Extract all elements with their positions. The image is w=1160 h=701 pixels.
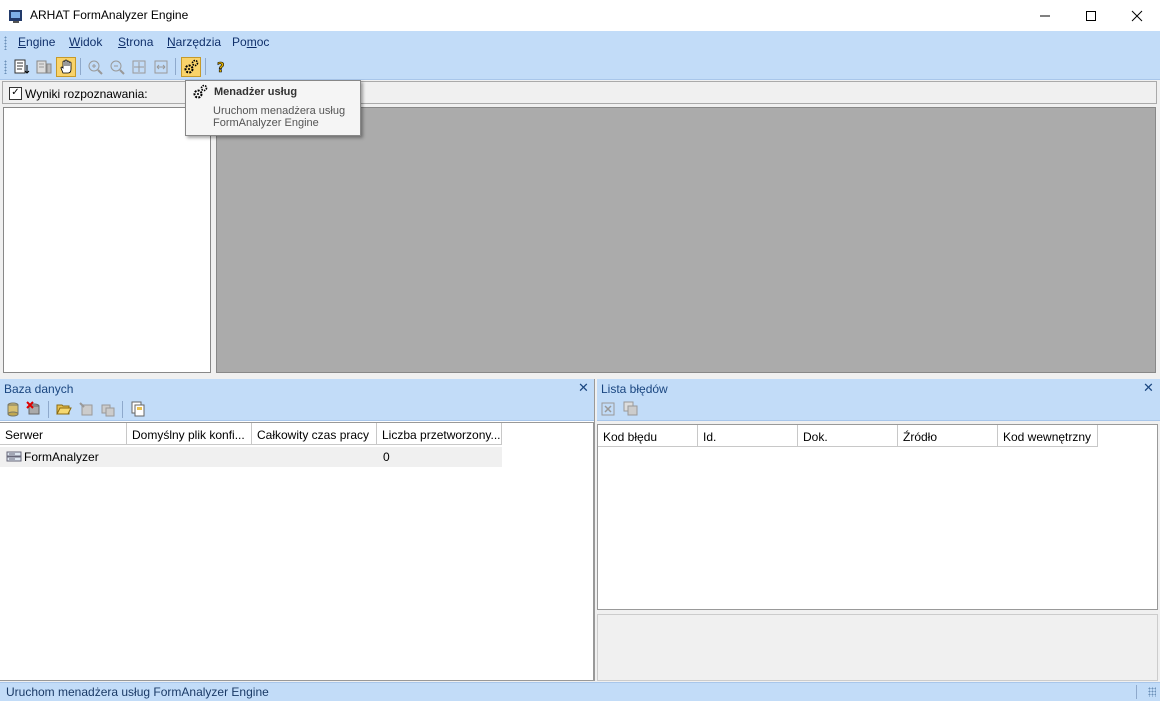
copy-errors-icon[interactable] [623, 401, 639, 417]
table-row[interactable]: FormAnalyzer 0 [0, 447, 502, 467]
toolbar-separator [175, 58, 176, 75]
help-icon: ? [217, 61, 225, 75]
close-button[interactable] [1114, 0, 1160, 31]
column-header-source[interactable]: Źródło [898, 425, 998, 447]
database-panel: Baza danych ✕ Serwer Domyślny plik konfi… [0, 379, 595, 681]
close-icon [1131, 10, 1143, 21]
menu-grip[interactable] [4, 36, 7, 50]
help-button[interactable]: ? [211, 57, 231, 77]
minimize-button[interactable] [1022, 0, 1068, 31]
server-config-icon[interactable] [78, 401, 94, 417]
processed-count: 0 [383, 450, 390, 464]
clear-errors-icon[interactable] [601, 401, 617, 417]
recognize-icon [14, 59, 30, 74]
results-checkbox[interactable]: ✓ [9, 87, 22, 100]
column-header-config[interactable]: Domyślny plik konfi... [127, 423, 252, 445]
toolbar-separator [205, 58, 206, 75]
fit-width-button[interactable] [151, 57, 171, 77]
errors-panel: Lista błędów ✕ Kod błędu Id. Dok. Źródło… [597, 379, 1160, 681]
error-details-area [597, 614, 1158, 681]
main-toolbar: ? [0, 54, 1160, 80]
errors-panel-close-icon[interactable]: ✕ [1143, 380, 1154, 396]
errors-toolbar [597, 398, 1160, 421]
status-bar: Uruchom menadżera usług FormAnalyzer Eng… [0, 682, 1160, 701]
menu-strona[interactable]: Strona [118, 35, 153, 49]
minimize-icon [1040, 15, 1050, 16]
errors-panel-header: Lista błędów ✕ [597, 379, 1160, 398]
column-header-internal-code[interactable]: Kod wewnętrzny [998, 425, 1098, 447]
menu-widok[interactable]: Widok [69, 35, 102, 49]
database-toolbar [0, 398, 594, 421]
fit-page-icon [132, 60, 146, 74]
export-icon [36, 60, 52, 74]
app-icon [8, 8, 24, 24]
results-header: ✓ Wyniki rozpoznawania: [2, 81, 1157, 104]
toolbar-separator [48, 401, 49, 418]
tooltip-description-line2: FormAnalyzer Engine [213, 117, 319, 129]
status-separator [1136, 685, 1137, 699]
tooltip-title: Menadżer usług [214, 86, 298, 98]
results-tree[interactable] [3, 107, 211, 373]
menu-engine[interactable]: Engine [18, 35, 55, 49]
fit-page-button[interactable] [129, 57, 149, 77]
zoom-out-icon [110, 60, 125, 75]
hand-icon [60, 59, 72, 74]
toolbar-separator [122, 401, 123, 418]
column-header-time[interactable]: Całkowity czas pracy [252, 423, 377, 445]
window-title: ARHAT FormAnalyzer Engine [30, 8, 189, 22]
column-header-id[interactable]: Id. [698, 425, 798, 447]
menu-pomoc[interactable]: Pomoc [232, 35, 269, 49]
toolbar-separator [80, 58, 81, 75]
menu-bar: Engine Widok Strona Narzędzia Pomoc [0, 31, 1160, 54]
hand-tool-button[interactable] [56, 57, 76, 77]
menu-narzedzia[interactable]: Narzędzia [167, 35, 221, 49]
column-header-doc[interactable]: Dok. [798, 425, 898, 447]
recognize-button[interactable] [12, 57, 32, 77]
database-panel-close-icon[interactable]: ✕ [578, 380, 589, 396]
service-manager-button[interactable] [181, 57, 201, 77]
fit-width-icon [154, 60, 168, 74]
database-panel-header: Baza danych ✕ [0, 379, 594, 398]
export-button[interactable] [34, 57, 54, 77]
server-remove-icon[interactable] [100, 401, 116, 417]
errors-grid[interactable]: Kod błędu Id. Dok. Źródło Kod wewnętrzny [597, 424, 1158, 610]
zoom-out-button[interactable] [107, 57, 127, 77]
tooltip-description: Uruchom menadżera usług [213, 105, 346, 117]
copy-document-icon[interactable] [130, 401, 146, 417]
server-icon [6, 451, 22, 462]
add-database-icon[interactable] [6, 401, 22, 417]
toolbar-grip[interactable] [4, 60, 7, 74]
server-name: FormAnalyzer [24, 450, 99, 464]
maximize-button[interactable] [1068, 0, 1114, 31]
column-header-error-code[interactable]: Kod błędu [598, 425, 698, 447]
errors-panel-title: Lista błędów [601, 382, 668, 396]
open-folder-icon[interactable] [56, 401, 72, 417]
tooltip: Menadżer usług Uruchom menadżera usług F… [185, 80, 361, 136]
remove-database-icon[interactable] [26, 401, 42, 417]
results-label: Wyniki rozpoznawania: [25, 87, 148, 101]
title-bar: ARHAT FormAnalyzer Engine [0, 0, 1160, 32]
document-viewer[interactable] [216, 107, 1156, 373]
zoom-in-button[interactable] [85, 57, 105, 77]
service-manager-icon [193, 84, 208, 99]
status-text: Uruchom menadżera usług FormAnalyzer Eng… [6, 685, 269, 699]
column-header-count[interactable]: Liczba przetworzony... [377, 423, 502, 445]
svg-text:?: ? [217, 61, 225, 75]
database-panel-title: Baza danych [4, 382, 74, 396]
zoom-in-icon [88, 60, 103, 75]
database-grid[interactable]: Serwer Domyślny plik konfi... Całkowity … [0, 422, 594, 681]
maximize-icon [1086, 10, 1096, 21]
service-manager-icon [184, 59, 199, 74]
resize-grip[interactable] [1148, 687, 1156, 697]
column-header-serwer[interactable]: Serwer [0, 423, 127, 445]
